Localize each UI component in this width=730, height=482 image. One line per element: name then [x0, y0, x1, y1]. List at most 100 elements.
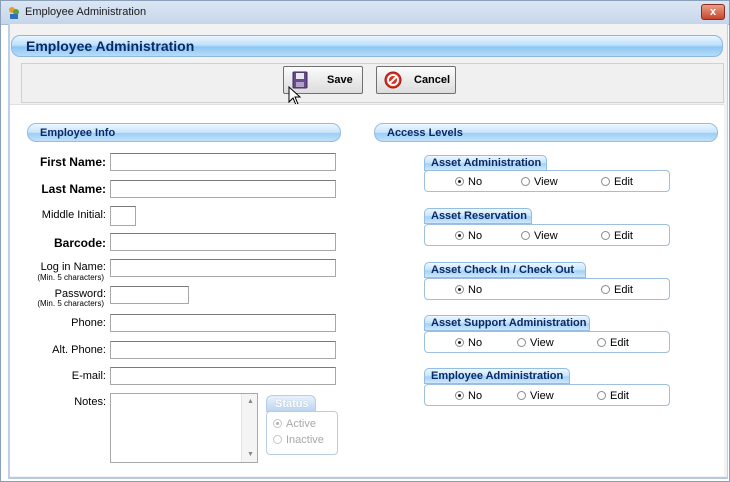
radio-selected-icon: [455, 177, 464, 186]
check-in-out-edit-option[interactable]: Edit: [601, 284, 633, 296]
password-hint: (Min. 5 characters): [37, 299, 104, 308]
access-levels-title: Access Levels: [387, 127, 463, 139]
scroll-down-icon[interactable]: ▼: [247, 451, 254, 458]
support-admin-no-option[interactable]: No: [455, 337, 482, 349]
option-label: Edit: [614, 176, 633, 188]
asset-support-admin-tab: Asset Support Administration: [424, 315, 590, 331]
employee-admin-edit-option[interactable]: Edit: [597, 390, 629, 402]
title-bar: Employee Administration x: [1, 1, 729, 25]
radio-unselected-icon: [273, 435, 282, 444]
employee-admin-tab: Employee Administration: [424, 368, 570, 384]
employee-info-header: Employee Info: [27, 123, 341, 142]
last-name-label: Last Name:: [41, 182, 106, 196]
asset-check-in-out-tab: Asset Check In / Check Out: [424, 262, 586, 278]
last-name-input[interactable]: [110, 180, 336, 198]
alt-phone-label: Alt. Phone:: [52, 344, 106, 356]
first-name-label: First Name:: [39, 155, 106, 169]
support-admin-edit-option[interactable]: Edit: [597, 337, 629, 349]
asset-reservation-view-option[interactable]: View: [521, 230, 558, 242]
access-group-employee-admin: No View Edit: [424, 384, 670, 406]
asset-reservation-title: Asset Reservation: [431, 210, 527, 222]
asset-reservation-tab: Asset Reservation: [424, 208, 532, 224]
status-title: Status: [275, 398, 309, 410]
phone-label: Phone:: [71, 317, 106, 329]
barcode-input[interactable]: [110, 233, 336, 251]
app-icon: [9, 7, 19, 19]
option-label: No: [468, 284, 483, 296]
radio-selected-icon: [273, 419, 282, 428]
option-label: View: [534, 230, 558, 242]
radio-selected-icon: [455, 338, 464, 347]
password-input[interactable]: [110, 286, 189, 304]
asset-support-admin-title: Asset Support Administration: [431, 317, 587, 329]
access-levels-header: Access Levels: [374, 123, 718, 142]
asset-admin-view-option[interactable]: View: [521, 176, 558, 188]
status-active-option[interactable]: Active: [273, 418, 316, 430]
cancel-button[interactable]: Cancel: [376, 66, 456, 94]
page-title: Employee Administration: [26, 38, 195, 54]
option-label: Edit: [610, 390, 629, 402]
asset-reservation-no-option[interactable]: No: [455, 230, 482, 242]
alt-phone-input[interactable]: [110, 341, 336, 359]
radio-unselected-icon: [517, 391, 526, 400]
access-group-asset-check-in-out: No Edit: [424, 278, 670, 300]
close-button[interactable]: x: [701, 4, 725, 20]
option-label: No: [468, 337, 483, 349]
asset-administration-title: Asset Administration: [431, 157, 542, 169]
radio-unselected-icon: [597, 391, 606, 400]
status-inactive-option[interactable]: Inactive: [273, 434, 324, 446]
radio-unselected-icon: [601, 177, 610, 186]
notes-textarea[interactable]: ▲ ▼: [110, 393, 258, 463]
asset-reservation-edit-option[interactable]: Edit: [601, 230, 633, 242]
radio-unselected-icon: [521, 177, 530, 186]
access-group-asset-reservation: No View Edit: [424, 224, 670, 246]
email-input[interactable]: [110, 367, 336, 385]
employee-info-title: Employee Info: [40, 127, 116, 139]
middle-initial-label: Middle Initial:: [41, 209, 106, 221]
option-label: No: [468, 390, 483, 402]
cancel-icon: [384, 71, 402, 89]
asset-admin-edit-option[interactable]: Edit: [601, 176, 633, 188]
support-admin-view-option[interactable]: View: [517, 337, 554, 349]
phone-input[interactable]: [110, 314, 336, 332]
option-label: Edit: [610, 337, 629, 349]
scroll-up-icon[interactable]: ▲: [247, 398, 254, 405]
email-label: E-mail:: [71, 370, 106, 382]
radio-unselected-icon: [597, 338, 606, 347]
first-name-input[interactable]: [110, 153, 336, 171]
notes-label: Notes:: [74, 396, 106, 408]
middle-initial-input[interactable]: [110, 206, 136, 226]
login-name-label: Log in Name:: [40, 261, 106, 273]
asset-check-in-out-title: Asset Check In / Check Out: [431, 264, 575, 276]
option-label: View: [530, 337, 554, 349]
radio-unselected-icon: [601, 285, 610, 294]
close-icon: x: [709, 6, 717, 18]
option-label: Edit: [614, 230, 633, 242]
access-group-asset-administration: No View Edit: [424, 170, 670, 192]
radio-selected-icon: [455, 391, 464, 400]
status-group: Active Inactive: [266, 411, 338, 455]
option-label: View: [530, 390, 554, 402]
radio-unselected-icon: [521, 231, 530, 240]
radio-unselected-icon: [517, 338, 526, 347]
employee-admin-view-option[interactable]: View: [517, 390, 554, 402]
cancel-label: Cancel: [414, 74, 451, 86]
toolbar: [21, 63, 724, 103]
asset-admin-no-option[interactable]: No: [455, 176, 482, 188]
radio-selected-icon: [455, 285, 464, 294]
status-group-header: Status: [266, 395, 316, 412]
login-name-hint: (Min. 5 characters): [37, 273, 104, 282]
page-header: Employee Administration: [11, 35, 723, 57]
mouse-cursor-icon: [288, 86, 302, 106]
status-inactive-label: Inactive: [286, 434, 324, 446]
asset-administration-tab: Asset Administration: [424, 155, 547, 171]
option-label: Edit: [614, 284, 633, 296]
check-in-out-no-option[interactable]: No: [455, 284, 482, 296]
radio-selected-icon: [455, 231, 464, 240]
login-name-input[interactable]: [110, 259, 336, 277]
option-label: No: [468, 176, 483, 188]
access-group-asset-support-admin: No View Edit: [424, 331, 670, 353]
notes-scrollbar[interactable]: ▲ ▼: [241, 394, 257, 462]
employee-admin-no-option[interactable]: No: [455, 390, 482, 402]
employee-admin-title: Employee Administration: [431, 370, 564, 382]
